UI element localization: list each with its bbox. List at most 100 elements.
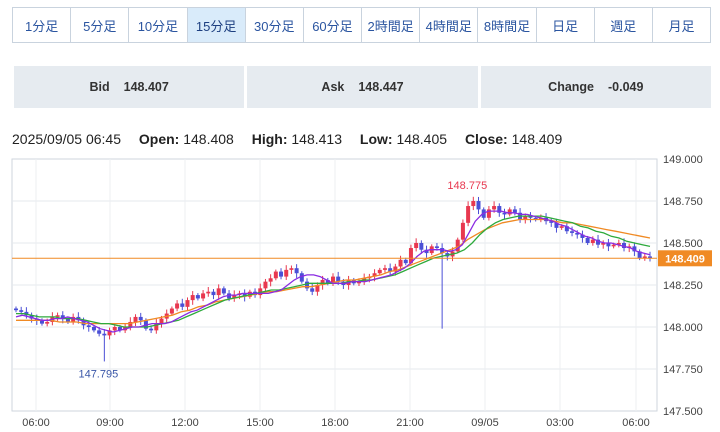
- candle-body: [206, 291, 211, 294]
- candle-body: [460, 222, 465, 240]
- tab-2[interactable]: 10分足: [128, 8, 187, 42]
- annotation-low: 147.795: [78, 368, 118, 380]
- change-cell: Change -0.049: [480, 66, 711, 108]
- candle-body: [492, 206, 497, 210]
- candle-body: [279, 271, 284, 277]
- candle-body: [216, 288, 221, 296]
- chart-svg[interactable]: 149.000 148.750 148.500 148.250 148.000 147.7…: [0, 150, 720, 432]
- ohlc-datetime: 2025/09/05 06:45: [12, 131, 121, 147]
- tab-1[interactable]: 5分足: [70, 8, 129, 42]
- current-price-label: 148.409: [665, 253, 705, 265]
- y-tick-label: 148.750: [663, 196, 703, 208]
- y-tick-label: 148.000: [663, 322, 703, 334]
- tab-5[interactable]: 60分足: [302, 8, 362, 42]
- candle-body: [559, 226, 564, 228]
- candle-body: [185, 300, 190, 307]
- candle-body: [377, 269, 382, 274]
- tab-11[interactable]: 月足: [651, 8, 711, 42]
- y-tick-label: 147.750: [663, 364, 703, 376]
- candle-body: [211, 291, 216, 296]
- candle-body: [45, 321, 50, 324]
- open-value: 148.408: [183, 131, 234, 147]
- change-label: Change: [548, 80, 595, 94]
- candle-body: [159, 318, 164, 324]
- candle-body: [414, 243, 419, 249]
- bid-cell: Bid 148.407: [14, 66, 245, 108]
- candle-body: [611, 244, 616, 247]
- tab-6[interactable]: 2時間足: [361, 8, 420, 42]
- candle-body: [175, 303, 180, 309]
- x-tick-label: 09:00: [96, 417, 124, 429]
- candle-body: [112, 327, 117, 331]
- y-tick-label: 149.000: [663, 154, 703, 166]
- y-tick-label: 148.250: [663, 280, 703, 292]
- candle-body: [180, 303, 185, 307]
- candle-body: [382, 268, 387, 270]
- candle-body: [149, 328, 154, 331]
- candle-body: [294, 268, 299, 274]
- candle-body: [398, 259, 403, 267]
- quote-bar: Bid 148.407 Ask 148.447 Change -0.049: [14, 66, 711, 108]
- ask-label: Ask: [321, 80, 345, 94]
- candle-body: [201, 293, 206, 299]
- close-value: 148.409: [511, 131, 563, 147]
- y-tick-label: 147.500: [663, 406, 703, 418]
- candle-body: [273, 271, 278, 279]
- tab-8[interactable]: 8時間足: [477, 8, 536, 42]
- candle-body: [570, 231, 575, 233]
- candle-body: [133, 316, 138, 322]
- tab-3[interactable]: 15分足: [186, 8, 245, 42]
- candle-body: [497, 206, 502, 213]
- candle-body: [289, 268, 294, 270]
- candle-body: [476, 201, 481, 210]
- candle-body: [585, 237, 590, 243]
- bid-value: 148.407: [123, 80, 169, 94]
- tab-10[interactable]: 週足: [593, 8, 652, 42]
- candle-body: [263, 281, 268, 289]
- candle-body: [419, 243, 424, 250]
- candle-body: [14, 308, 18, 311]
- candle-body: [97, 330, 102, 334]
- x-tick-label: 21:00: [396, 417, 424, 429]
- candle-body: [86, 325, 91, 327]
- x-tick-label: 18:00: [321, 417, 349, 429]
- candle-body: [502, 212, 507, 215]
- candle-body: [305, 281, 310, 289]
- candle-body: [138, 316, 143, 321]
- tab-9[interactable]: 日足: [535, 8, 594, 42]
- x-tick-label: 09/05: [471, 417, 499, 429]
- candle-body: [434, 246, 439, 249]
- x-tick-label: 03:00: [546, 417, 574, 429]
- y-tick-label: 148.500: [663, 238, 703, 250]
- ohlc-readout: 2025/09/05 06:45 Open: 148.408 High: 148…: [12, 131, 576, 147]
- tab-7[interactable]: 4時間足: [419, 8, 478, 42]
- bid-label: Bid: [89, 80, 110, 94]
- x-tick-label: 15:00: [246, 417, 274, 429]
- candle-body: [507, 209, 512, 215]
- tab-0[interactable]: 1分足: [13, 8, 71, 42]
- change-value: -0.049: [608, 80, 644, 94]
- candle-body: [195, 295, 200, 299]
- tab-4[interactable]: 30分足: [244, 8, 303, 42]
- x-tick-label: 06:00: [622, 417, 650, 429]
- candle-body: [190, 295, 195, 301]
- candle-body: [102, 333, 107, 336]
- candle-body: [471, 201, 476, 207]
- open-label: Open:: [138, 131, 180, 147]
- x-tick-label: 12:00: [171, 417, 199, 429]
- candle-body: [268, 278, 273, 282]
- candle-body: [221, 288, 226, 294]
- ask-cell: Ask 148.447: [247, 66, 478, 108]
- candle-body: [466, 206, 471, 223]
- low-value: 148.405: [396, 131, 448, 147]
- candle-body: [19, 310, 24, 312]
- low-label: Low:: [359, 131, 393, 147]
- ask-value: 148.447: [358, 80, 404, 94]
- close-label: Close:: [464, 131, 508, 147]
- price-chart[interactable]: 149.000 148.750 148.500 148.250 148.000 147.7…: [0, 150, 720, 432]
- candle-body: [169, 308, 174, 314]
- high-label: High:: [251, 131, 288, 147]
- x-tick-label: 06:00: [22, 417, 50, 429]
- candle-body: [590, 239, 595, 243]
- candle-body: [403, 259, 408, 264]
